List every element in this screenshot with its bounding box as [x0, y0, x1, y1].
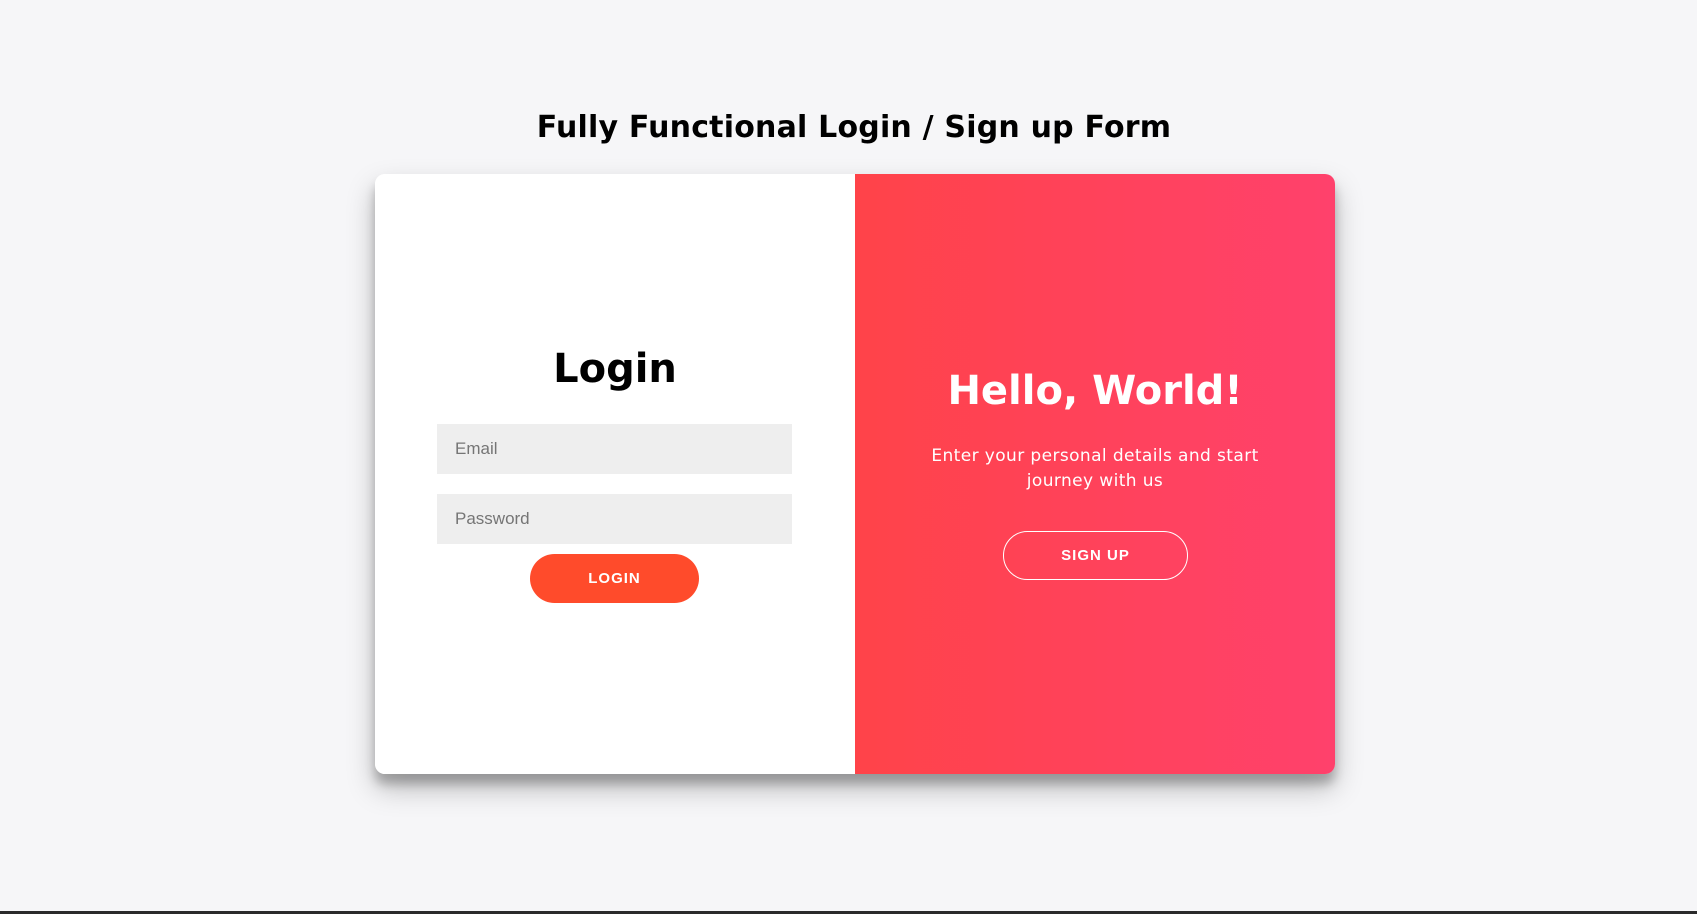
signup-button[interactable]: SIGN UP [1003, 531, 1188, 580]
hello-text: Enter your personal details and start jo… [931, 446, 1259, 491]
email-field[interactable] [437, 424, 792, 474]
signup-overlay-panel: Hello, World! Enter your personal detail… [855, 174, 1335, 774]
login-button[interactable]: LOGIN [530, 554, 699, 603]
login-panel: Login LOGIN [375, 174, 855, 774]
login-title: Login [553, 346, 677, 392]
page-title: Fully Functional Login / Sign up Form [536, 110, 1172, 145]
password-field[interactable] [437, 494, 792, 544]
auth-card: Login LOGIN Hello, World! Enter your per… [375, 174, 1335, 774]
hello-title: Hello, World! [947, 368, 1243, 414]
